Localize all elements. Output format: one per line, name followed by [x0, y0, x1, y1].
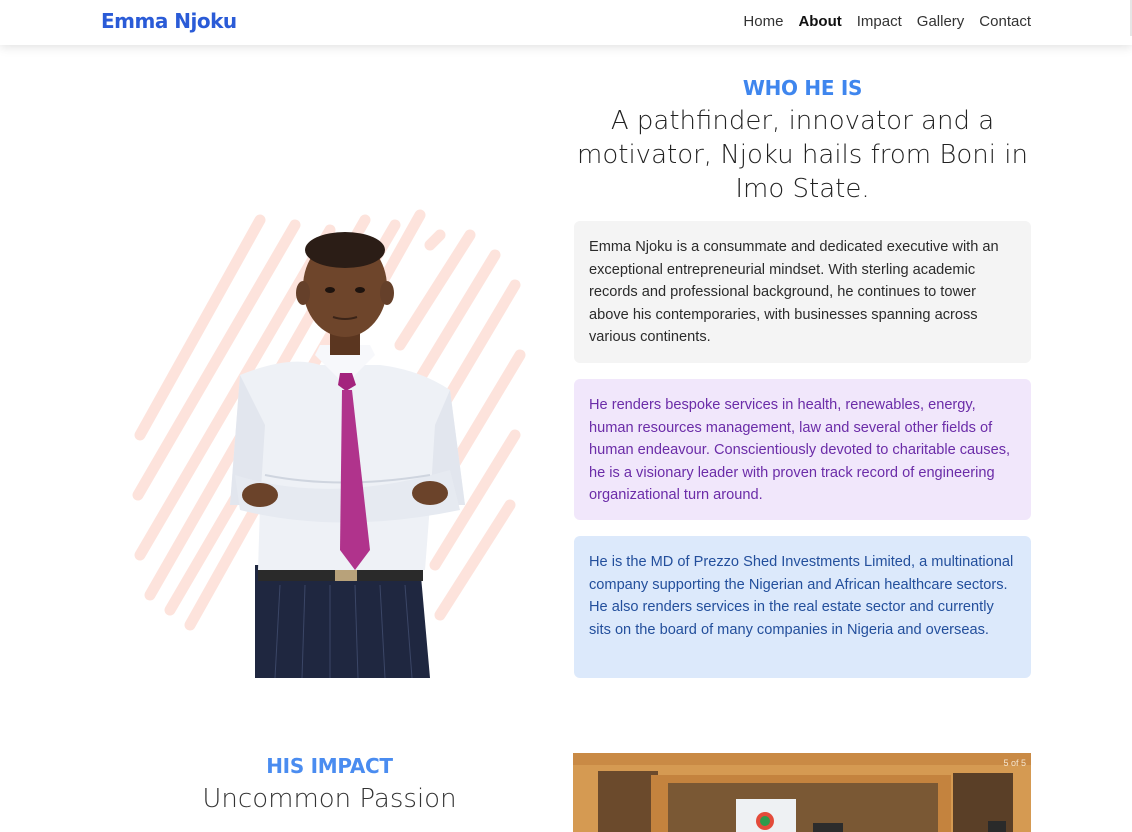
his-impact-eyebrow: HIS IMPACT: [266, 754, 393, 778]
main-nav: Home About Impact Gallery Contact: [743, 13, 1031, 30]
who-he-is-eyebrow: WHO HE IS: [742, 76, 863, 100]
brand-logo[interactable]: Emma Njoku: [101, 9, 237, 33]
impact-title: Uncommon Passion: [202, 784, 457, 814]
slide-counter: 5 of 5: [1003, 758, 1026, 768]
nav-link-gallery[interactable]: Gallery: [917, 13, 965, 30]
bio-card-executive: Emma Njoku is a consummate and dedicated…: [574, 221, 1031, 363]
bio-card-prezzo-shed: He is the MD of Prezzo Shed Investments …: [574, 536, 1031, 678]
nav-link-about[interactable]: About: [798, 13, 841, 30]
bio-card-services: He renders bespoke services in health, r…: [574, 379, 1031, 520]
about-headline: A pathfinder, innovator and a motivator,…: [577, 106, 1028, 204]
impact-slide-image: [573, 753, 1031, 832]
navbar: Emma Njoku Home About Impact Gallery Con…: [0, 0, 1132, 45]
nav-link-impact[interactable]: Impact: [857, 13, 902, 30]
portrait-illustration: [132, 209, 526, 678]
portrait-image: [130, 205, 530, 678]
nav-link-contact[interactable]: Contact: [979, 13, 1031, 30]
impact-carousel[interactable]: 5 of 5: [573, 753, 1031, 832]
nav-link-home[interactable]: Home: [743, 13, 783, 30]
